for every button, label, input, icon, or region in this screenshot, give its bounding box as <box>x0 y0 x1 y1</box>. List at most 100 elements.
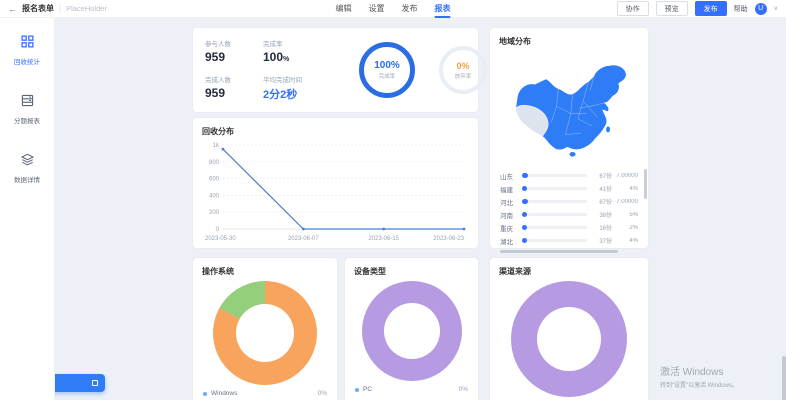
card-title: 渠道来源 <box>490 258 648 277</box>
top-actions: 协作 预览 发布 帮助 U ∨ <box>617 1 778 16</box>
report-icon <box>21 94 34 112</box>
help-button[interactable]: 帮助 <box>734 4 748 14</box>
back-icon[interactable]: ← <box>8 4 17 14</box>
region-count: 67份 <box>592 197 612 206</box>
user-avatar[interactable]: U <box>755 3 767 15</box>
tab-report[interactable]: 报表 <box>435 0 451 18</box>
tab-edit[interactable]: 编辑 <box>336 0 352 18</box>
region-percent: 7.00000 <box>612 199 638 205</box>
horizontal-scrollbar[interactable] <box>500 250 618 253</box>
device-legend[interactable]: PC 0% <box>345 381 478 393</box>
grid-icon <box>21 35 34 53</box>
region-name: 重庆 <box>500 223 519 233</box>
region-percent: 7.00000 <box>612 173 638 179</box>
region-percent: 5% <box>612 212 638 218</box>
publish-button[interactable]: 发布 <box>695 1 727 16</box>
hainan-island <box>570 152 576 157</box>
abandon-rate-ring: 0% 放弃率 <box>439 46 487 94</box>
region-rows: 山东67份7.00000福建41份4%河北67份7.00000河南38份5%重庆… <box>490 165 648 247</box>
metrics-grid: 参与人数 959 完成率 100% 完成人数 959 平均完成时间 2分2秒 <box>205 38 341 102</box>
left-sidebar: 回收统计 分题报表 数据详情 <box>0 18 55 400</box>
windows-activation-watermark: 激活 Windows 转到“设置”以激活 Windows。 <box>660 363 738 389</box>
svg-text:800: 800 <box>209 160 220 166</box>
device-donut-chart[interactable] <box>362 281 462 381</box>
os-card: 操作系统 Windows 0% <box>193 258 337 400</box>
region-row: 重庆 16份2% <box>500 221 638 234</box>
chevron-down-icon[interactable]: ∨ <box>774 5 778 12</box>
svg-text:2023-06-23: 2023-06-23 <box>433 236 464 242</box>
region-count: 38份 <box>592 210 612 219</box>
line-chart-svg: 02004006008001k2023-05-302023-06-072023-… <box>201 139 470 243</box>
svg-text:2023-05-30: 2023-05-30 <box>205 236 236 242</box>
title-divider: | <box>59 4 61 13</box>
region-bar <box>522 239 587 242</box>
china-map[interactable] <box>490 47 648 165</box>
region-percent: 4% <box>612 186 638 192</box>
tab-publish[interactable]: 发布 <box>402 0 418 18</box>
region-percent: 2% <box>612 225 638 231</box>
main-tabs: 编辑 设置 发布 报表 <box>336 0 451 18</box>
region-row: 山东 67份7.00000 <box>500 169 638 182</box>
rings: 100% 完成率 0% 放弃率 <box>359 42 487 98</box>
form-subtitle: PlaceHolder <box>66 4 107 13</box>
collaborate-button[interactable]: 协作 <box>617 1 649 16</box>
region-percent: 4% <box>612 238 638 244</box>
svg-text:2023-06-07: 2023-06-07 <box>288 236 319 242</box>
legend-dot-icon <box>203 392 207 396</box>
channel-source-card: 渠道来源 <box>490 258 648 400</box>
region-bar <box>522 200 587 203</box>
overview-stats-card: 参与人数 959 完成率 100% 完成人数 959 平均完成时间 2分2秒 1… <box>193 28 478 112</box>
sidebar-item-label: 回收统计 <box>14 56 40 66</box>
region-bar <box>522 174 587 177</box>
svg-text:200: 200 <box>209 210 220 216</box>
region-bar <box>522 226 587 229</box>
region-row: 河南 38份5% <box>500 208 638 221</box>
tab-settings[interactable]: 设置 <box>369 0 385 18</box>
card-title: 操作系统 <box>193 258 337 277</box>
region-count: 67份 <box>592 171 612 180</box>
region-name: 河北 <box>500 197 519 207</box>
os-legend[interactable]: Windows 0% <box>193 385 337 397</box>
region-count: 41份 <box>592 184 612 193</box>
sidebar-item-label: 数据详情 <box>14 174 40 184</box>
svg-text:600: 600 <box>209 177 220 183</box>
sidebar-item-recycle-stats[interactable]: 回收统计 <box>14 35 40 66</box>
metric-avg-time: 平均完成时间 2分2秒 <box>263 74 341 102</box>
scrollbar-handle[interactable] <box>782 356 786 400</box>
region-name: 湖北 <box>500 236 519 246</box>
channel-donut-chart[interactable] <box>511 281 627 397</box>
region-name: 山东 <box>500 171 519 181</box>
vertical-scrollbar[interactable] <box>644 169 647 199</box>
region-name: 河南 <box>500 210 519 220</box>
region-row: 湖北 37份4% <box>500 234 638 247</box>
region-count: 16份 <box>592 223 612 232</box>
sidebar-item-question-report[interactable]: 分题报表 <box>14 94 40 125</box>
recycle-distribution-card: 回收分布 02004006008001k2023-05-302023-06-07… <box>193 118 478 248</box>
region-row: 河北 67份7.00000 <box>500 195 638 208</box>
completion-rate-ring: 100% 完成率 <box>359 42 415 98</box>
region-name: 福建 <box>500 184 519 194</box>
page-scrollbar[interactable] <box>781 18 786 400</box>
svg-text:2023-06-15: 2023-06-15 <box>368 236 399 242</box>
card-title: 地域分布 <box>490 28 648 47</box>
svg-text:400: 400 <box>209 193 220 199</box>
os-donut-chart[interactable] <box>213 281 317 385</box>
sidebar-item-label: 分题报表 <box>14 115 40 125</box>
region-count: 37份 <box>592 236 612 245</box>
window-icon[interactable] <box>92 380 98 386</box>
sidebar-item-data-detail[interactable]: 数据详情 <box>14 153 40 184</box>
device-type-card: 设备类型 PC 0% <box>345 258 478 400</box>
metric-completed: 完成人数 959 <box>205 74 263 102</box>
region-bar <box>522 187 587 190</box>
preview-button[interactable]: 预览 <box>656 1 688 16</box>
taiwan-island <box>606 126 610 132</box>
region-bar <box>522 213 587 216</box>
top-bar: ← 报名表单 | PlaceHolder 编辑 设置 发布 报表 协作 预览 发… <box>0 0 786 18</box>
recycle-line-chart: 02004006008001k2023-05-302023-06-072023-… <box>193 137 478 248</box>
metric-participants: 参与人数 959 <box>205 38 263 64</box>
region-distribution-card: 地域分布 山东67份7.00000福建41份4%河北67份7.00000河南38… <box>490 28 648 248</box>
card-title: 回收分布 <box>193 118 478 137</box>
metric-completion-rate: 完成率 100% <box>263 38 341 64</box>
region-row: 福建 41份4% <box>500 182 638 195</box>
layers-icon <box>21 153 34 171</box>
